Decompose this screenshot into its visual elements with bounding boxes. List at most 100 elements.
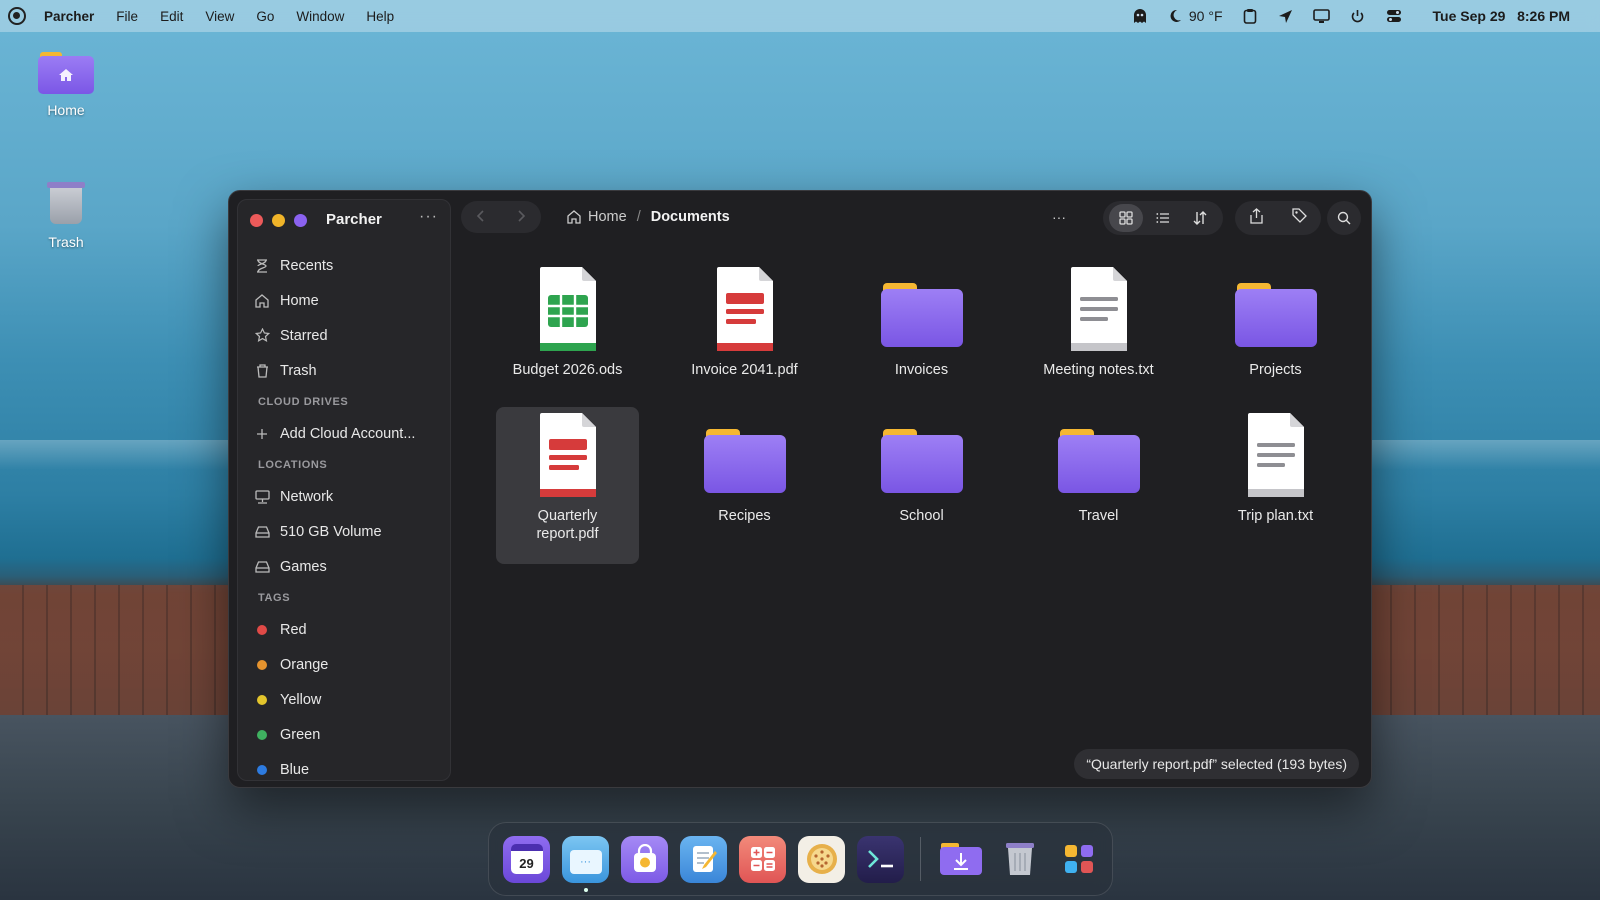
action-group [1235, 201, 1321, 235]
sidebar-item-recents[interactable]: Recents [238, 248, 450, 283]
clock-time: 8:26 PM [1517, 8, 1570, 24]
weather-moon-icon[interactable]: 90 °F [1167, 7, 1223, 25]
back-button[interactable] [476, 209, 486, 225]
file-item[interactable]: Budget 2026.ods [479, 261, 656, 403]
file-manager-window: Parcher ··· Recents Home Starred Trash C… [228, 190, 1372, 788]
folder-item[interactable]: Travel [1010, 407, 1187, 549]
sidebar-tag-blue[interactable]: Blue [238, 752, 450, 787]
tag-dot-blue [257, 764, 267, 775]
folder-item[interactable]: School [833, 407, 1010, 549]
file-grid: Budget 2026.ods Invoice 2041.pdf Invoice… [479, 261, 1364, 564]
home-folder-icon [38, 52, 94, 94]
downloads-folder-icon[interactable] [937, 836, 984, 883]
menu-help[interactable]: Help [366, 9, 394, 24]
sidebar-item-label: Red [280, 621, 307, 638]
file-item[interactable]: Meeting notes.txt [1010, 261, 1187, 403]
clock[interactable]: Tue Sep 29 8:26 PM [1433, 8, 1570, 24]
minimize-window-button[interactable] [272, 214, 285, 227]
sidebar-item-trash[interactable]: Trash [238, 353, 450, 388]
file-name: Budget 2026.ods [512, 362, 623, 378]
files-app-icon[interactable]: ··· [562, 835, 609, 892]
tag-dot-red [257, 624, 267, 635]
sidebar-item-games[interactable]: Games [238, 549, 450, 584]
sidebar-item-network[interactable]: Network [238, 479, 450, 514]
text-editor-icon[interactable] [680, 835, 727, 883]
display-icon[interactable] [1313, 7, 1331, 25]
folder-menu-button[interactable]: ··· [1052, 201, 1066, 233]
clipboard-icon[interactable] [1241, 7, 1259, 25]
sidebar-tag-red[interactable]: Red [238, 612, 450, 647]
sidebar-list: Recents Home Starred Trash CLOUD DRIVES … [238, 248, 450, 787]
photos-icon[interactable] [798, 835, 845, 883]
desktop-icon-label: Trash [48, 234, 84, 250]
trash-icon [254, 363, 270, 379]
grid-view-button[interactable] [1108, 204, 1143, 232]
maximize-window-button[interactable] [294, 214, 307, 227]
menu-file[interactable]: File [116, 9, 138, 24]
desktop-icon-trash[interactable]: Trash [21, 182, 111, 250]
tag-button[interactable] [1292, 208, 1307, 228]
folder-item[interactable]: Projects [1187, 261, 1364, 403]
control-center-icon[interactable] [1385, 7, 1403, 25]
ghost-icon[interactable] [1131, 7, 1149, 25]
sidebar-item-label: Orange [280, 656, 329, 673]
star-icon [254, 328, 270, 344]
file-name: Quarterly report.pdf [536, 508, 599, 542]
sidebar-tag-green[interactable]: Green [238, 717, 450, 752]
sidebar-item-label: Blue [280, 761, 310, 778]
sidebar-item-volume[interactable]: 510 GB Volume [238, 514, 450, 549]
power-icon[interactable] [1349, 7, 1367, 25]
share-button[interactable] [1249, 207, 1264, 229]
sidebar-item-starred[interactable]: Starred [238, 318, 450, 353]
sidebar-item-add-cloud-account[interactable]: Add Cloud Account... [238, 416, 450, 451]
file-name: Trip plan.txt [1237, 508, 1314, 524]
calendar-app-icon[interactable]: 29 [503, 835, 550, 883]
close-window-button[interactable] [250, 214, 263, 227]
sidebar-tag-orange[interactable]: Orange [238, 647, 450, 682]
menu-window[interactable]: Window [296, 9, 344, 24]
file-name: Travel [1078, 508, 1119, 524]
trash-icon[interactable] [996, 836, 1043, 883]
forward-button[interactable] [516, 209, 526, 225]
app-store-icon[interactable] [621, 835, 668, 883]
tag-dot-orange [257, 659, 267, 670]
location-arrow-icon[interactable] [1277, 7, 1295, 25]
file-item[interactable]: Invoice 2041.pdf [656, 261, 833, 403]
sidebar-menu-button[interactable]: ··· [419, 208, 438, 226]
share-icon [1250, 207, 1263, 224]
menu-app-name[interactable]: Parcher [44, 9, 94, 24]
breadcrumb-current[interactable]: Documents [651, 209, 730, 225]
clock-date: Tue Sep 29 [1432, 8, 1506, 24]
file-name: Invoice 2041.pdf [691, 362, 798, 378]
sort-button[interactable] [1183, 204, 1217, 232]
folder-icon [1234, 267, 1317, 351]
sidebar-item-label: Recents [280, 257, 334, 274]
folder-item[interactable]: Invoices [833, 261, 1010, 403]
calculator-icon[interactable] [739, 835, 786, 883]
selection-status: “Quarterly report.pdf” selected (193 byt… [1074, 749, 1359, 779]
navigation-buttons [461, 201, 541, 233]
sidebar-item-label: Yellow [280, 691, 322, 708]
file-name: School [899, 508, 944, 524]
running-indicator [583, 887, 588, 892]
breadcrumb-home[interactable]: Home [567, 209, 627, 225]
sort-icon [1193, 211, 1207, 225]
terminal-icon[interactable] [857, 835, 904, 883]
search-button[interactable] [1327, 201, 1361, 235]
calendar-day: 29 [519, 856, 534, 871]
sidebar-item-home[interactable]: Home [238, 283, 450, 318]
list-view-button[interactable] [1146, 204, 1180, 232]
system-logo-icon[interactable] [8, 7, 26, 25]
menu-go[interactable]: Go [256, 9, 274, 24]
file-item[interactable]: Trip plan.txt [1187, 407, 1364, 549]
folder-item[interactable]: Recipes [656, 407, 833, 549]
home-icon [567, 210, 581, 224]
sidebar-tag-yellow[interactable]: Yellow [238, 682, 450, 717]
breadcrumb-separator: / [636, 209, 641, 225]
desktop-icon-home[interactable]: Home [21, 52, 111, 118]
search-icon [1337, 211, 1351, 225]
file-item-selected[interactable]: Quarterly report.pdf [496, 407, 639, 564]
menu-edit[interactable]: Edit [160, 9, 183, 24]
menu-view[interactable]: View [205, 9, 234, 24]
app-grid-icon[interactable] [1055, 836, 1102, 883]
